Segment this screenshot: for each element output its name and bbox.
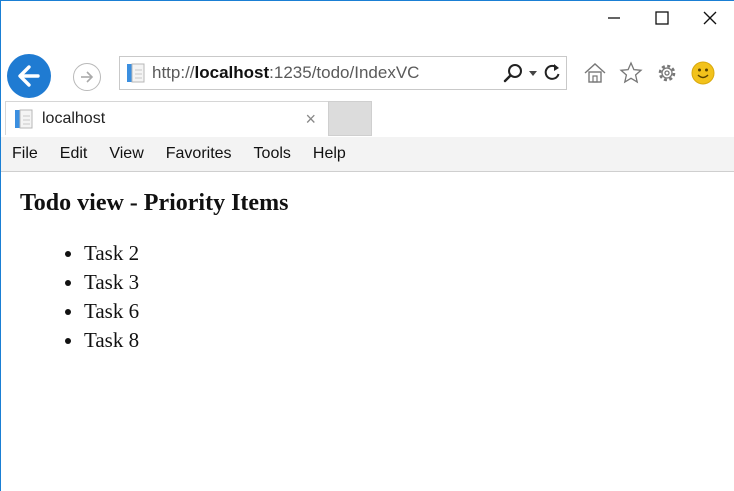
list-item: Task 8: [84, 326, 734, 355]
maximize-icon: [655, 11, 669, 25]
menu-tools[interactable]: Tools: [243, 145, 302, 163]
list-item: Task 6: [84, 297, 734, 326]
navigation-bar: http://localhost:1235/todo/IndexVC: [1, 47, 734, 105]
smiley-icon: [691, 61, 715, 85]
menu-view[interactable]: View: [98, 145, 154, 163]
search-icon[interactable]: [502, 62, 524, 84]
feedback-button[interactable]: [689, 59, 717, 87]
address-bar[interactable]: http://localhost:1235/todo/IndexVC: [119, 56, 567, 90]
favorites-button[interactable]: [617, 59, 645, 87]
home-button[interactable]: [581, 59, 609, 87]
todo-list: Task 2 Task 3 Task 6 Task 8: [1, 239, 734, 355]
url-host: localhost: [194, 63, 270, 82]
list-item: Task 2: [84, 239, 734, 268]
refresh-icon[interactable]: [542, 62, 562, 84]
tab-strip: localhost ×: [1, 101, 734, 136]
close-icon: [703, 11, 717, 25]
list-item: Task 3: [84, 268, 734, 297]
url-text[interactable]: http://localhost:1235/todo/IndexVC: [152, 63, 462, 83]
back-arrow-icon: [18, 65, 40, 87]
browser-window: http://localhost:1235/todo/IndexVC local…: [0, 0, 734, 491]
menu-help[interactable]: Help: [302, 145, 357, 163]
url-path: :1235/todo/IndexVC: [269, 63, 420, 82]
gear-icon: [658, 64, 676, 82]
menu-favorites[interactable]: Favorites: [155, 145, 243, 163]
star-icon: [619, 61, 643, 84]
tab-localhost[interactable]: localhost ×: [5, 101, 329, 135]
menu-file[interactable]: File: [1, 145, 49, 163]
home-icon: [584, 63, 606, 83]
dropdown-arrow-icon[interactable]: [528, 62, 538, 84]
new-tab-button[interactable]: [328, 101, 372, 136]
menu-edit[interactable]: Edit: [49, 145, 99, 163]
page-icon: [15, 109, 33, 128]
tab-close-icon[interactable]: ×: [305, 109, 316, 130]
page-title: Todo view - Priority Items: [20, 190, 289, 216]
browser-toolbar: [581, 59, 717, 87]
menu-bar: File Edit View Favorites Tools Help: [1, 137, 734, 172]
page-content: Todo view - Priority Items Task 2 Task 3…: [1, 172, 734, 491]
minimize-button[interactable]: [590, 1, 638, 35]
minimize-icon: [608, 17, 620, 19]
url-scheme: http://: [152, 63, 195, 82]
forward-arrow-icon: [81, 71, 94, 83]
settings-button[interactable]: [653, 59, 681, 87]
page-icon: [126, 62, 146, 84]
forward-button[interactable]: [73, 63, 101, 91]
address-tools: [502, 60, 562, 86]
maximize-button[interactable]: [638, 1, 686, 35]
window-controls: [590, 1, 734, 41]
back-button[interactable]: [7, 54, 51, 98]
close-button[interactable]: [686, 1, 734, 35]
tab-title: localhost: [42, 109, 106, 127]
